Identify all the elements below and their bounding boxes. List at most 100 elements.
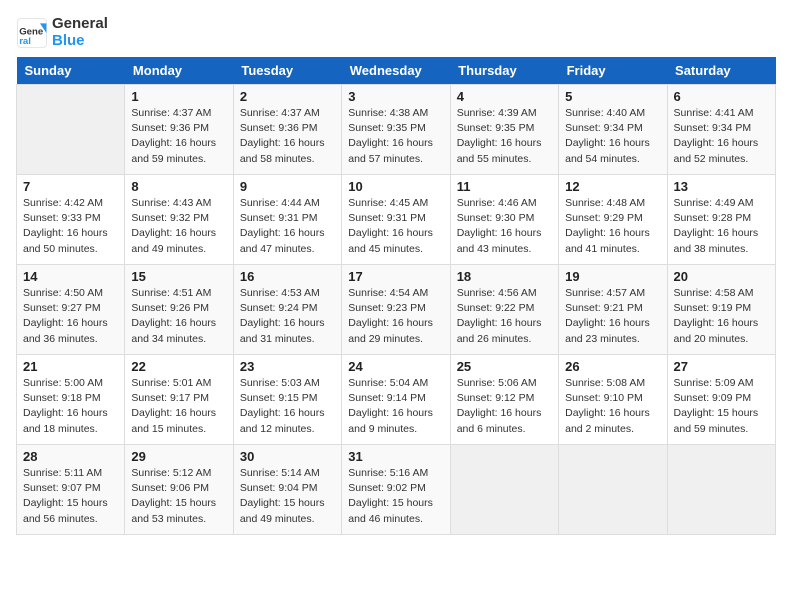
day-info: Sunrise: 4:46 AM Sunset: 9:30 PM Dayligh…: [457, 196, 552, 257]
day-number: 22: [131, 359, 226, 374]
day-number: 11: [457, 179, 552, 194]
day-number: 30: [240, 449, 335, 464]
calendar-cell: 27 Sunrise: 5:09 AM Sunset: 9:09 PM Dayli…: [667, 355, 775, 445]
day-header-saturday: Saturday: [667, 57, 775, 85]
week-row-4: 21Sunrise: 5:00 AM Sunset: 9:18 PM Dayli…: [17, 355, 776, 445]
day-number: 15: [131, 269, 226, 284]
day-info: Sunrise: 4:58 AM Sunset: 9:19 PM Dayligh…: [674, 286, 769, 347]
week-row-5: 28 Sunrise: 5:11 AM Sunset: 9:07 PM Dayli…: [17, 445, 776, 535]
day-header-wednesday: Wednesday: [342, 57, 450, 85]
calendar-cell: 23Sunrise: 5:03 AM Sunset: 9:15 PM Dayli…: [233, 355, 341, 445]
calendar-cell: 3Sunrise: 4:38 AM Sunset: 9:35 PM Daylig…: [342, 85, 450, 175]
calendar-cell: [667, 445, 775, 535]
day-info: Sunrise: 5:09 AM Sunset: 9:09 PM Dayligh…: [674, 376, 769, 437]
day-number: 12: [565, 179, 660, 194]
day-info: Sunrise: 4:45 AM Sunset: 9:31 PM Dayligh…: [348, 196, 443, 257]
day-number: 27: [674, 359, 769, 374]
days-header-row: SundayMondayTuesdayWednesdayThursdayFrid…: [17, 57, 776, 85]
calendar-cell: 16 Sunrise: 4:53 AM Sunset: 9:24 PM Dayli…: [233, 265, 341, 355]
calendar-cell: 10 Sunrise: 4:45 AM Sunset: 9:31 PM Dayli…: [342, 175, 450, 265]
day-number: 4: [457, 89, 552, 104]
day-info: Sunrise: 4:56 AM Sunset: 9:22 PM Dayligh…: [457, 286, 552, 347]
calendar-cell: [17, 85, 125, 175]
day-number: 5: [565, 89, 660, 104]
day-info: Sunrise: 4:54 AM Sunset: 9:23 PM Dayligh…: [348, 286, 443, 347]
day-info: Sunrise: 5:01 AM Sunset: 9:17 PM Dayligh…: [131, 376, 226, 437]
logo: Gene ral General Blue: [16, 16, 108, 49]
day-number: 7: [23, 179, 118, 194]
calendar-cell: 25 Sunrise: 5:06 AM Sunset: 9:12 PM Dayli…: [450, 355, 558, 445]
day-header-monday: Monday: [125, 57, 233, 85]
day-info: Sunrise: 5:03 AM Sunset: 9:15 PM Dayligh…: [240, 376, 335, 437]
day-number: 24: [348, 359, 443, 374]
logo-general: General: [52, 15, 108, 32]
day-number: 13: [674, 179, 769, 194]
calendar-cell: 2 Sunrise: 4:37 AM Sunset: 9:36 PM Daylig…: [233, 85, 341, 175]
day-number: 28: [23, 449, 118, 464]
calendar-cell: 28 Sunrise: 5:11 AM Sunset: 9:07 PM Dayli…: [17, 445, 125, 535]
calendar-cell: 5Sunrise: 4:40 AM Sunset: 9:34 PM Daylig…: [559, 85, 667, 175]
calendar-cell: 6 Sunrise: 4:41 AM Sunset: 9:34 PM Daylig…: [667, 85, 775, 175]
day-number: 16: [240, 269, 335, 284]
day-info: Sunrise: 5:16 AM Sunset: 9:02 PM Dayligh…: [348, 466, 443, 527]
day-info: Sunrise: 4:42 AM Sunset: 9:33 PM Dayligh…: [23, 196, 118, 257]
day-info: Sunrise: 4:41 AM Sunset: 9:34 PM Dayligh…: [674, 106, 769, 167]
day-info: Sunrise: 4:37 AM Sunset: 9:36 PM Dayligh…: [240, 106, 335, 167]
day-number: 17: [348, 269, 443, 284]
logo-blue: Blue: [52, 32, 85, 49]
calendar-cell: 31 Sunrise: 5:16 AM Sunset: 9:02 PM Dayli…: [342, 445, 450, 535]
calendar-cell: 24 Sunrise: 5:04 AM Sunset: 9:14 PM Dayli…: [342, 355, 450, 445]
day-info: Sunrise: 5:08 AM Sunset: 9:10 PM Dayligh…: [565, 376, 660, 437]
day-number: 19: [565, 269, 660, 284]
calendar-cell: 18 Sunrise: 4:56 AM Sunset: 9:22 PM Dayli…: [450, 265, 558, 355]
calendar-cell: 8Sunrise: 4:43 AM Sunset: 9:32 PM Daylig…: [125, 175, 233, 265]
day-info: Sunrise: 5:11 AM Sunset: 9:07 PM Dayligh…: [23, 466, 118, 527]
day-info: Sunrise: 4:37 AM Sunset: 9:36 PM Dayligh…: [131, 106, 226, 167]
calendar-cell: 7 Sunrise: 4:42 AM Sunset: 9:33 PM Daylig…: [17, 175, 125, 265]
day-header-tuesday: Tuesday: [233, 57, 341, 85]
calendar-cell: 26 Sunrise: 5:08 AM Sunset: 9:10 PM Dayli…: [559, 355, 667, 445]
day-info: Sunrise: 4:48 AM Sunset: 9:29 PM Dayligh…: [565, 196, 660, 257]
day-info: Sunrise: 5:00 AM Sunset: 9:18 PM Dayligh…: [23, 376, 118, 437]
calendar-cell: 9Sunrise: 4:44 AM Sunset: 9:31 PM Daylig…: [233, 175, 341, 265]
calendar-cell: 15 Sunrise: 4:51 AM Sunset: 9:26 PM Dayli…: [125, 265, 233, 355]
day-info: Sunrise: 5:06 AM Sunset: 9:12 PM Dayligh…: [457, 376, 552, 437]
day-info: Sunrise: 5:12 AM Sunset: 9:06 PM Dayligh…: [131, 466, 226, 527]
day-info: Sunrise: 4:50 AM Sunset: 9:27 PM Dayligh…: [23, 286, 118, 347]
calendar-cell: 20 Sunrise: 4:58 AM Sunset: 9:19 PM Dayli…: [667, 265, 775, 355]
calendar-cell: 11 Sunrise: 4:46 AM Sunset: 9:30 PM Dayli…: [450, 175, 558, 265]
week-row-2: 7 Sunrise: 4:42 AM Sunset: 9:33 PM Daylig…: [17, 175, 776, 265]
day-number: 25: [457, 359, 552, 374]
page-header: Gene ral General Blue: [16, 16, 776, 49]
day-number: 31: [348, 449, 443, 464]
day-number: 20: [674, 269, 769, 284]
calendar-cell: 29Sunrise: 5:12 AM Sunset: 9:06 PM Dayli…: [125, 445, 233, 535]
svg-text:ral: ral: [19, 36, 31, 47]
day-info: Sunrise: 4:51 AM Sunset: 9:26 PM Dayligh…: [131, 286, 226, 347]
day-info: Sunrise: 4:43 AM Sunset: 9:32 PM Dayligh…: [131, 196, 226, 257]
day-number: 6: [674, 89, 769, 104]
day-info: Sunrise: 4:57 AM Sunset: 9:21 PM Dayligh…: [565, 286, 660, 347]
day-number: 1: [131, 89, 226, 104]
day-number: 26: [565, 359, 660, 374]
calendar-cell: 13 Sunrise: 4:49 AM Sunset: 9:28 PM Dayli…: [667, 175, 775, 265]
day-info: Sunrise: 4:44 AM Sunset: 9:31 PM Dayligh…: [240, 196, 335, 257]
week-row-3: 14Sunrise: 4:50 AM Sunset: 9:27 PM Dayli…: [17, 265, 776, 355]
calendar-cell: 4Sunrise: 4:39 AM Sunset: 9:35 PM Daylig…: [450, 85, 558, 175]
day-info: Sunrise: 5:04 AM Sunset: 9:14 PM Dayligh…: [348, 376, 443, 437]
calendar-cell: 12 Sunrise: 4:48 AM Sunset: 9:29 PM Dayli…: [559, 175, 667, 265]
calendar-cell: [450, 445, 558, 535]
calendar-cell: [559, 445, 667, 535]
day-number: 10: [348, 179, 443, 194]
day-number: 18: [457, 269, 552, 284]
week-row-1: 1 Sunrise: 4:37 AM Sunset: 9:36 PM Daylig…: [17, 85, 776, 175]
day-number: 2: [240, 89, 335, 104]
day-header-thursday: Thursday: [450, 57, 558, 85]
day-info: Sunrise: 4:53 AM Sunset: 9:24 PM Dayligh…: [240, 286, 335, 347]
calendar-cell: 22 Sunrise: 5:01 AM Sunset: 9:17 PM Dayli…: [125, 355, 233, 445]
calendar-cell: 1 Sunrise: 4:37 AM Sunset: 9:36 PM Daylig…: [125, 85, 233, 175]
logo-icon: Gene ral: [16, 17, 48, 49]
calendar-cell: 21Sunrise: 5:00 AM Sunset: 9:18 PM Dayli…: [17, 355, 125, 445]
day-number: 3: [348, 89, 443, 104]
day-info: Sunrise: 4:49 AM Sunset: 9:28 PM Dayligh…: [674, 196, 769, 257]
